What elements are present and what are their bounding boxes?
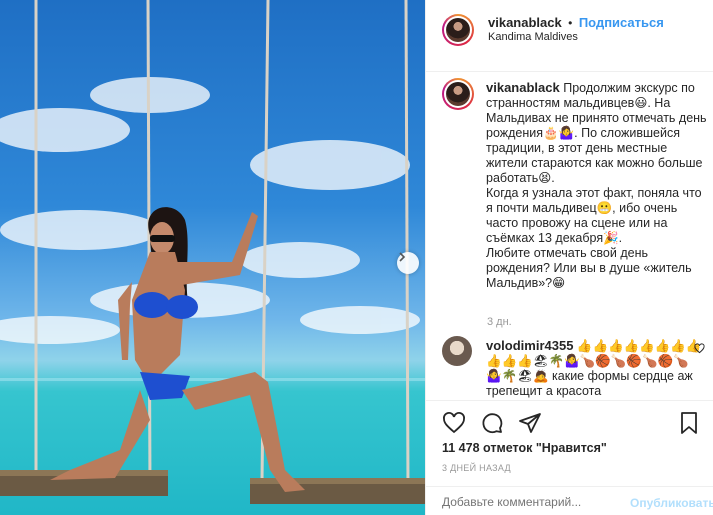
commenter-avatar[interactable] (442, 336, 472, 366)
author-username[interactable]: vikanablack (488, 15, 562, 30)
comment-item: volodimir4355 👍👍👍👍👍👍👍👍👍👍👍🏖🌴🤷‍♀️🍗🏀🍗🏀🍗🏀🍗🤷‍… (486, 338, 702, 399)
comment-like-heart-icon[interactable] (694, 343, 705, 354)
comment-input[interactable] (442, 495, 622, 509)
follow-button[interactable]: Подписаться (579, 15, 664, 30)
post-photo[interactable] (0, 0, 425, 515)
next-photo-button[interactable] (397, 252, 419, 274)
bookmark-icon[interactable] (678, 411, 700, 435)
share-send-icon[interactable] (518, 411, 542, 435)
post-date: 3 ДНЕЙ НАЗАД (442, 463, 511, 473)
post-actions: 11 478 отметок "Нравится" 3 ДНЕЙ НАЗАД О… (426, 400, 713, 515)
likes-count[interactable]: 11 478 отметок "Нравится" (442, 441, 607, 455)
add-comment-bar: Опубликовать (426, 486, 713, 515)
like-heart-icon[interactable] (442, 411, 466, 435)
post-header: vikanablack • Подписаться Kandima Maldiv… (426, 0, 713, 72)
comment-username[interactable]: volodimir4355 (486, 338, 573, 353)
separator-dot: • (568, 16, 573, 30)
caption-text: Продолжим экскурс по странностям мальдив… (486, 81, 707, 290)
post-location[interactable]: Kandima Maldives (488, 31, 578, 43)
post-sidebar: vikanablack • Подписаться Kandima Maldiv… (425, 0, 713, 515)
caption-time: 3 дн. (487, 316, 512, 328)
publish-button[interactable]: Опубликовать (630, 496, 713, 510)
caption-avatar[interactable] (442, 78, 474, 110)
chevron-right-icon (399, 252, 406, 262)
caption-username[interactable]: vikanablack (486, 80, 560, 95)
post-caption: vikanablack Продолжим экскурс по странно… (486, 80, 708, 291)
comment-bubble-icon[interactable] (480, 411, 504, 435)
photo-illustration (0, 0, 425, 504)
author-avatar[interactable] (442, 14, 474, 46)
